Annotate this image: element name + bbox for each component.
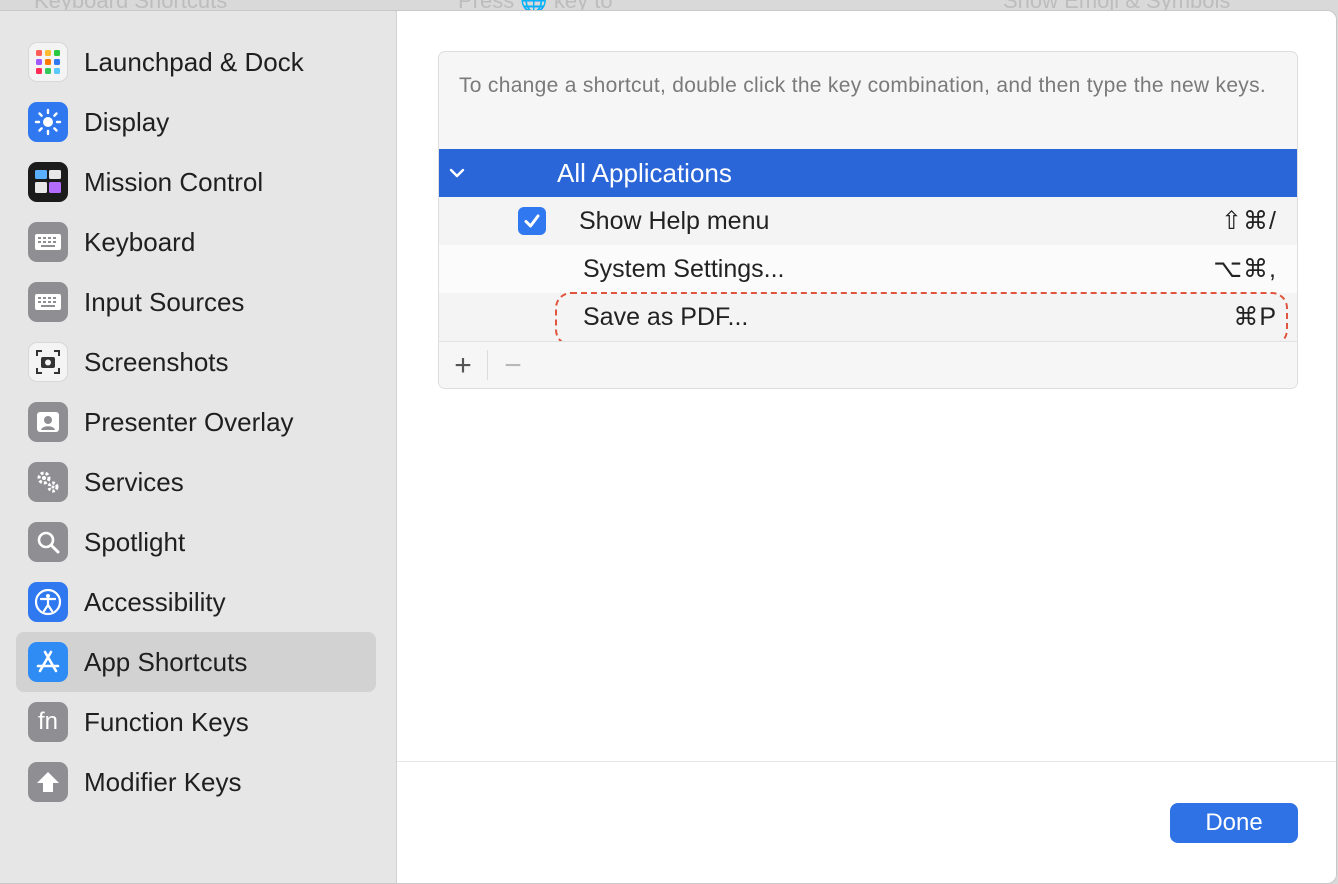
shortcut-label: System Settings...: [583, 254, 785, 283]
spotlight-icon: [28, 522, 68, 562]
shortcut-keys[interactable]: ⌘P: [1233, 302, 1277, 332]
sidebar-item-keyboard[interactable]: Keyboard: [16, 212, 376, 272]
group-row-all-applications[interactable]: All Applications: [439, 149, 1297, 197]
shortcut-label: Save as PDF...: [583, 302, 749, 331]
presenter-overlay-icon: [28, 402, 68, 442]
sidebar-item-label: Accessibility: [84, 586, 226, 617]
sidebar: Launchpad & Dock Display Mission Control…: [0, 11, 397, 883]
input-sources-icon: [28, 282, 68, 322]
sidebar-item-app-shortcuts[interactable]: App Shortcuts: [16, 632, 376, 692]
chevron-down-icon[interactable]: [447, 163, 467, 183]
add-shortcut-button[interactable]: +: [439, 342, 487, 388]
keyboard-icon: [28, 222, 68, 262]
function-keys-glyph: fn: [37, 708, 58, 735]
sidebar-item-label: Input Sources: [84, 286, 245, 317]
sidebar-item-screenshots[interactable]: Screenshots: [16, 332, 376, 392]
sidebar-item-label: Services: [84, 466, 184, 497]
background-window-strip: Keyboard Shortcuts Press 🌐 key to Show E…: [0, 0, 1338, 10]
shortcut-keys[interactable]: ⇧⌘/: [1221, 206, 1277, 236]
sidebar-item-accessibility[interactable]: Accessibility: [16, 572, 376, 632]
sidebar-item-launchpad-dock[interactable]: Launchpad & Dock: [16, 32, 376, 92]
checkmark-icon: [524, 214, 540, 228]
sidebar-item-modifier-keys[interactable]: Modifier Keys: [16, 752, 376, 812]
sidebar-item-label: Modifier Keys: [84, 766, 242, 797]
sidebar-item-label: Screenshots: [84, 346, 229, 377]
footer-divider: [397, 761, 1336, 762]
background-press-key-text: Press 🌐 key to: [458, 0, 613, 10]
modifier-keys-icon: [28, 762, 68, 802]
sidebar-item-label: Presenter Overlay: [84, 406, 294, 437]
remove-shortcut-button[interactable]: −: [489, 342, 537, 388]
shortcut-row-show-help-menu[interactable]: Show Help menu ⇧⌘/: [439, 197, 1297, 245]
function-keys-icon: fn: [28, 702, 68, 742]
sidebar-item-spotlight[interactable]: Spotlight: [16, 512, 376, 572]
instructions-text: To change a shortcut, double click the k…: [459, 74, 1267, 97]
shortcut-row-save-as-pdf[interactable]: Save as PDF... ⌘P: [439, 293, 1297, 341]
sidebar-item-services[interactable]: Services: [16, 452, 376, 512]
sidebar-item-presenter-overlay[interactable]: Presenter Overlay: [16, 392, 376, 452]
table-toolbar: + −: [439, 341, 1297, 388]
accessibility-icon: [28, 582, 68, 622]
background-keyboard-shortcuts-text: Keyboard Shortcuts: [34, 0, 227, 10]
sidebar-item-mission-control[interactable]: Mission Control: [16, 152, 376, 212]
shortcut-label: Show Help menu: [579, 206, 770, 235]
background-emoji-symbols-text: Show Emoji & Symbols: [1003, 0, 1230, 10]
launchpad-icon: [28, 42, 68, 82]
toolbar-divider: [487, 350, 488, 380]
sidebar-item-label: Keyboard: [84, 226, 196, 257]
sidebar-item-label: Spotlight: [84, 526, 186, 557]
sidebar-item-label: Display: [84, 106, 170, 137]
app-shortcuts-icon: [28, 642, 68, 682]
enable-checkbox[interactable]: [518, 207, 546, 235]
screenshots-icon: [28, 342, 68, 382]
sidebar-item-input-sources[interactable]: Input Sources: [16, 272, 376, 332]
sidebar-item-label: Function Keys: [84, 706, 249, 737]
shortcut-row-system-settings[interactable]: System Settings... ⌥⌘,: [439, 245, 1297, 293]
mission-control-icon: [28, 162, 68, 202]
group-label: All Applications: [557, 157, 732, 188]
done-button[interactable]: Done: [1170, 803, 1298, 843]
services-icon: [28, 462, 68, 502]
shortcuts-table: To change a shortcut, double click the k…: [438, 51, 1298, 389]
sidebar-item-label: Mission Control: [84, 166, 264, 197]
shortcut-keys[interactable]: ⌥⌘,: [1213, 254, 1277, 284]
sidebar-item-label: Launchpad & Dock: [84, 46, 304, 77]
main-pane: To change a shortcut, double click the k…: [397, 11, 1336, 883]
sidebar-item-function-keys[interactable]: fn Function Keys: [16, 692, 376, 752]
app-shortcuts-sheet: Launchpad & Dock Display Mission Control…: [0, 10, 1337, 884]
background-window-strip-bottom: [0, 876, 1338, 884]
sidebar-item-label: App Shortcuts: [84, 646, 248, 677]
sidebar-item-display[interactable]: Display: [16, 92, 376, 152]
display-icon: [28, 102, 68, 142]
